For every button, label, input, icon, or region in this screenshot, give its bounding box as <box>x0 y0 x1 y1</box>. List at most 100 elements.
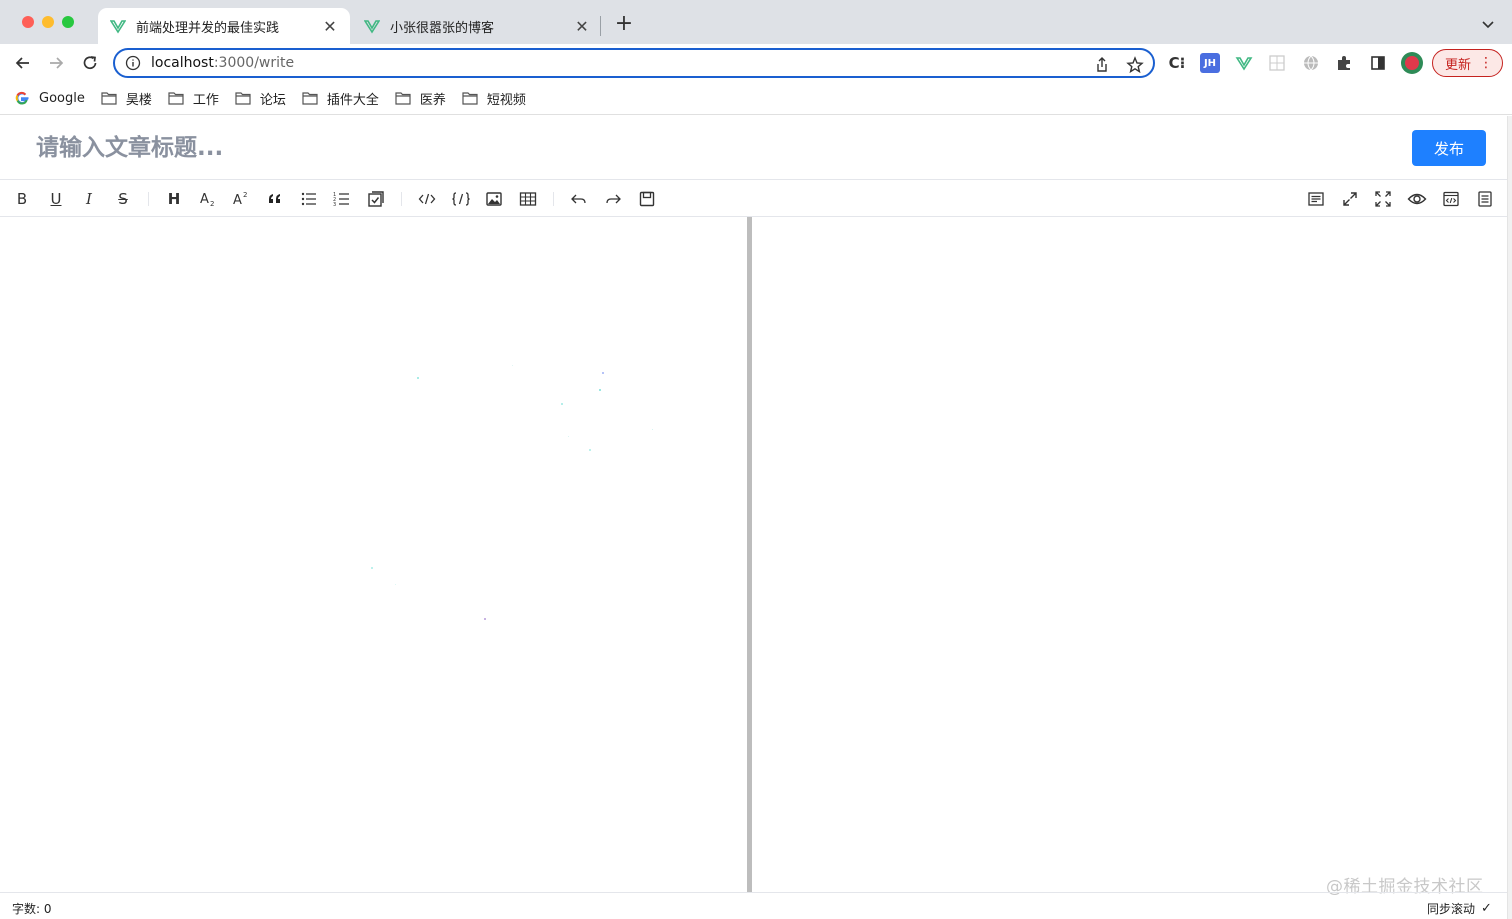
extension-jh-icon[interactable]: JH <box>1200 53 1220 73</box>
table-button[interactable] <box>517 188 539 210</box>
html-preview-button[interactable] <box>1440 188 1462 210</box>
underline-button[interactable]: U <box>45 188 67 210</box>
strikethrough-button[interactable]: S <box>112 188 134 210</box>
tab-active[interactable]: 前端处理并发的最佳实践 ✕ <box>98 8 350 44</box>
particle-dot <box>561 403 563 405</box>
toolbar-divider <box>148 192 149 206</box>
bookmark-folder[interactable]: 昊楼 <box>101 89 152 108</box>
star-icon[interactable] <box>1126 56 1144 74</box>
particle-dot <box>589 449 591 451</box>
svg-text:A: A <box>233 193 242 208</box>
save-icon <box>639 191 655 207</box>
svg-text:A: A <box>200 192 209 207</box>
redo-icon <box>606 194 621 204</box>
undo-button[interactable] <box>568 188 590 210</box>
bookmark-folder[interactable]: 工作 <box>168 89 219 108</box>
avatar-inner <box>1405 56 1419 70</box>
new-tab-button[interactable]: + <box>612 12 636 36</box>
check-icon: ✓ <box>1481 901 1492 916</box>
bookmark-label: 插件大全 <box>326 92 379 108</box>
redo-button[interactable] <box>602 188 624 210</box>
editor-header: 发布 <box>0 116 1507 180</box>
share-icon[interactable] <box>1093 56 1111 74</box>
bookmark-label: Google <box>39 90 85 106</box>
extension-c-icon[interactable]: C⁝ <box>1167 53 1187 73</box>
bold-button[interactable]: B <box>11 188 33 210</box>
bookmark-folder[interactable]: 短视频 <box>462 89 526 108</box>
window-close-button[interactable] <box>22 16 34 28</box>
fullscreen-button[interactable] <box>1372 188 1394 210</box>
bookmark-label: 短视频 <box>486 92 526 108</box>
unordered-list-button[interactable] <box>298 188 320 210</box>
tab-close-icon[interactable]: ✕ <box>574 17 590 36</box>
ordered-list-button[interactable]: 123 <box>331 188 353 210</box>
particle-dot <box>568 436 569 437</box>
markdown-input-pane[interactable] <box>0 217 747 892</box>
image-button[interactable] <box>483 188 505 210</box>
image-icon <box>486 192 502 206</box>
google-logo-icon <box>15 91 29 105</box>
side-panel-icon[interactable] <box>1368 53 1388 73</box>
more-menu-icon[interactable]: ⋮ <box>1479 54 1493 72</box>
save-button[interactable] <box>636 188 658 210</box>
task-list-button[interactable] <box>365 188 387 210</box>
svg-text:2: 2 <box>210 200 214 208</box>
particle-dot <box>371 567 373 569</box>
folder-icon <box>395 92 411 105</box>
bookmark-folder[interactable]: 医养 <box>395 89 446 108</box>
superscript-button[interactable]: A2 <box>230 188 252 210</box>
extension-grid-icon[interactable] <box>1267 53 1287 73</box>
update-button[interactable]: 更新 ⋮ <box>1432 49 1503 77</box>
tab-title: 前端处理并发的最佳实践 <box>136 20 280 36</box>
forward-button[interactable] <box>45 52 67 74</box>
puzzle-icon[interactable] <box>1334 53 1354 73</box>
page-fullscreen-button[interactable] <box>1339 188 1361 210</box>
bookmarks-bar: Google 昊楼 工作 论坛 插件大全 医养 短视频 <box>0 82 1512 115</box>
toolbar-divider <box>553 192 554 206</box>
code-block-button[interactable] <box>450 188 472 210</box>
browser-tab-bar: 前端处理并发的最佳实践 ✕ 小张很嚣张的博客 ✕ + <box>0 0 1512 44</box>
inline-code-button[interactable] <box>416 188 438 210</box>
blockquote-button[interactable] <box>264 188 286 210</box>
subscript-button[interactable]: A2 <box>197 188 219 210</box>
profile-avatar[interactable] <box>1401 52 1423 74</box>
particle-dot <box>512 365 513 366</box>
tab-close-icon[interactable]: ✕ <box>322 17 338 36</box>
info-icon[interactable] <box>125 55 141 71</box>
article-title-input[interactable] <box>36 130 1136 166</box>
sync-scroll-toggle[interactable]: 同步滚动 ✓ <box>1427 900 1492 917</box>
folder-icon <box>168 92 184 105</box>
document-icon <box>1478 191 1492 207</box>
particle-dot <box>652 429 653 430</box>
catalog-button[interactable] <box>1305 188 1327 210</box>
tab-search-chevron-icon[interactable] <box>1478 14 1498 34</box>
particle-dot <box>417 377 419 379</box>
tab-inactive[interactable]: 小张很嚣张的博客 ✕ <box>352 8 602 44</box>
bookmark-folder[interactable]: 论坛 <box>235 89 286 108</box>
particle-dot <box>599 389 601 391</box>
italic-button[interactable]: I <box>78 188 100 210</box>
back-button[interactable] <box>12 52 34 74</box>
tab-title: 小张很嚣张的博客 <box>390 20 495 36</box>
particle-dot <box>602 372 604 374</box>
window-zoom-button[interactable] <box>62 16 74 28</box>
arrow-right-icon <box>50 57 64 69</box>
bookmark-google[interactable]: Google <box>14 90 85 106</box>
svg-text:2: 2 <box>243 191 247 199</box>
url-path: :3000/write <box>213 55 295 71</box>
publish-button[interactable]: 发布 <box>1412 130 1486 166</box>
window-minimize-button[interactable] <box>42 16 54 28</box>
page-scrollbar[interactable] <box>1507 116 1512 919</box>
toc-button[interactable] <box>1474 188 1496 210</box>
address-bar[interactable]: localhost:3000/write <box>113 48 1155 78</box>
preview-button[interactable] <box>1406 188 1428 210</box>
checklist-icon <box>368 191 384 207</box>
extension-globe-icon[interactable] <box>1301 53 1321 73</box>
svg-text:3: 3 <box>333 202 336 208</box>
reload-button[interactable] <box>79 52 101 74</box>
extension-vue-icon[interactable] <box>1234 53 1254 73</box>
superscript-icon: A2 <box>233 191 247 208</box>
numbered-list-icon: 123 <box>333 192 349 208</box>
heading-button[interactable]: H <box>163 188 185 210</box>
bookmark-folder[interactable]: 插件大全 <box>302 89 379 108</box>
